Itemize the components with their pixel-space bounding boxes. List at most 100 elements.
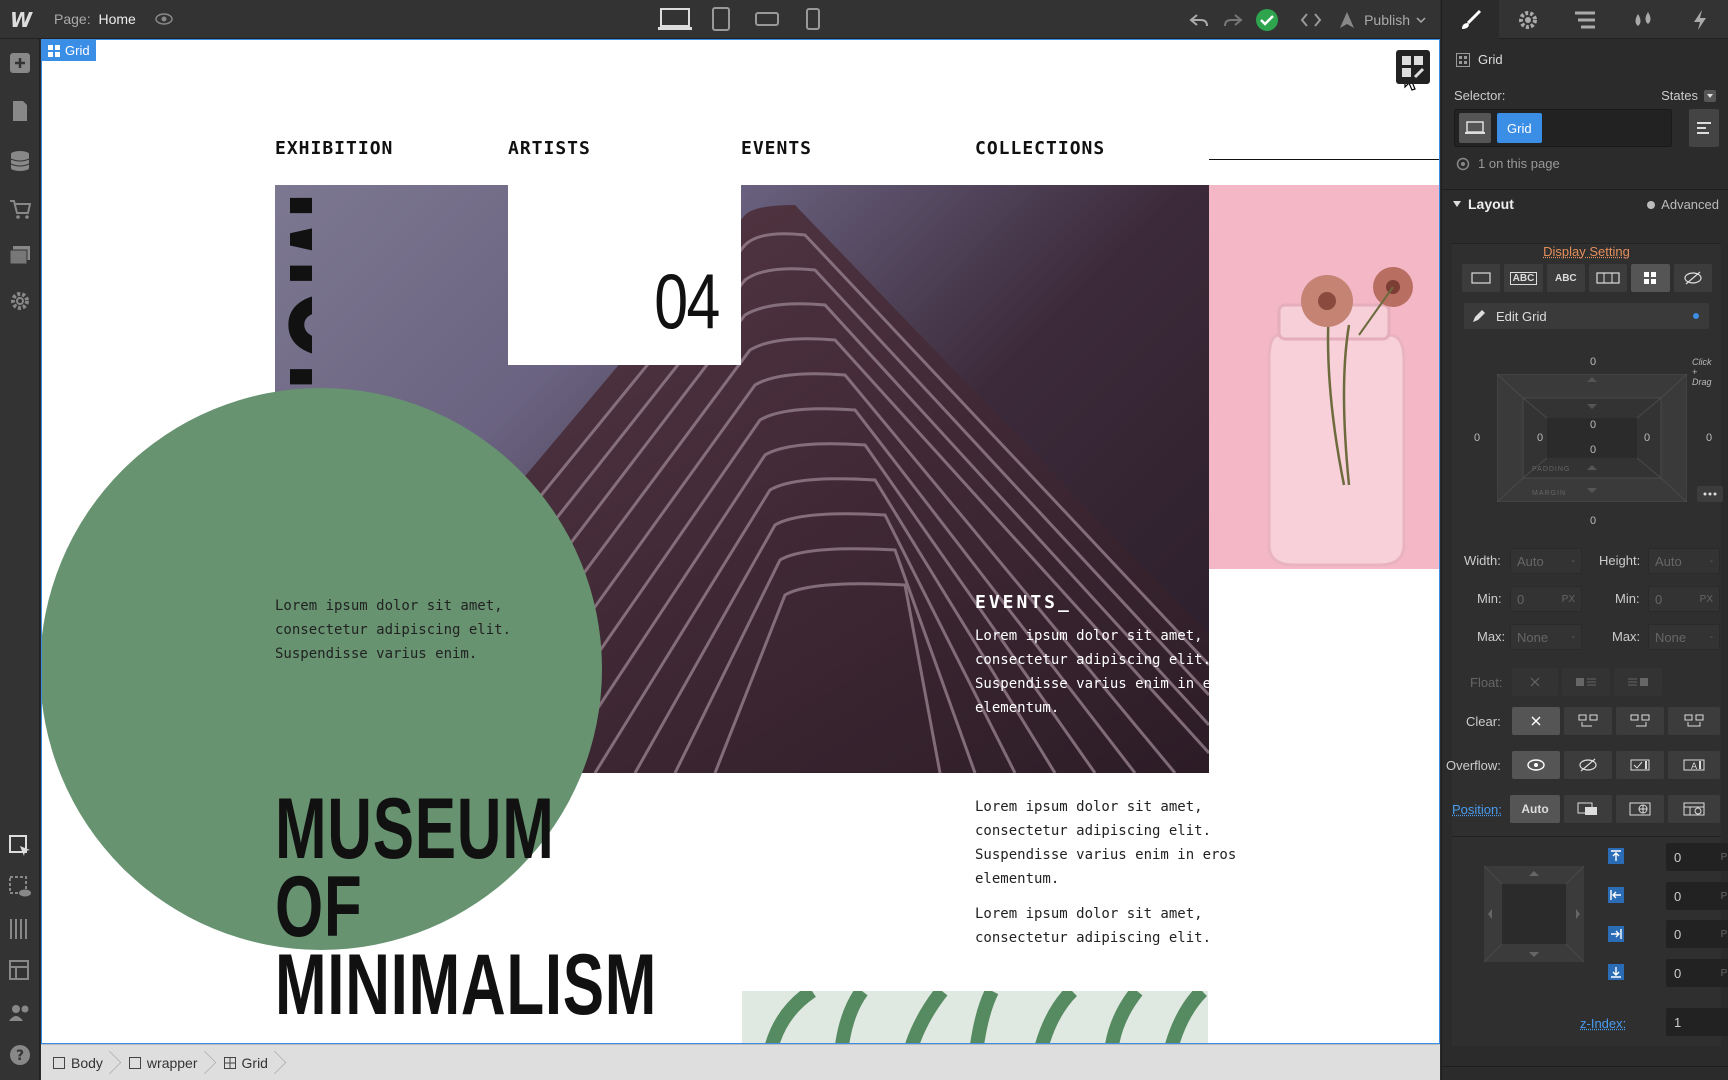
clear-row: Clear: bbox=[1442, 707, 1728, 737]
clear-right-icon[interactable] bbox=[1616, 707, 1664, 735]
element-settings-gear-icon[interactable] bbox=[1499, 0, 1556, 39]
cms-icon[interactable] bbox=[8, 149, 32, 173]
typography-section-header[interactable] bbox=[1441, 1066, 1728, 1080]
float-left-icon[interactable] bbox=[1562, 668, 1610, 696]
top-offset-input[interactable]: 0 PX bbox=[1666, 843, 1728, 871]
left-toolbar: ? bbox=[0, 39, 40, 1080]
class-chip[interactable]: Grid bbox=[1497, 113, 1542, 143]
breakpoint-desktop-icon[interactable] bbox=[1459, 113, 1491, 143]
pages-icon[interactable] bbox=[8, 99, 32, 123]
padding-right-value[interactable]: 0 bbox=[1644, 432, 1650, 444]
breadcrumb-wrapper[interactable]: wrapper bbox=[117, 1045, 212, 1080]
width-label: Width: bbox=[1464, 553, 1501, 568]
position-label[interactable]: Position: bbox=[1452, 802, 1502, 817]
more-spacing-icon[interactable] bbox=[1697, 486, 1723, 502]
publish-button[interactable]: Publish bbox=[1328, 10, 1440, 30]
nav-events[interactable]: EVENTS bbox=[741, 138, 812, 159]
layout-section-header[interactable]: Layout Advanced bbox=[1442, 189, 1728, 217]
display-inline-block-button[interactable]: ABC bbox=[1504, 264, 1543, 292]
zindex-label[interactable]: z-Index: bbox=[1580, 1016, 1626, 1031]
right-offset-input[interactable]: 0 PX bbox=[1666, 920, 1728, 948]
clear-both-icon[interactable] bbox=[1668, 707, 1720, 735]
position-absolute-icon[interactable] bbox=[1616, 795, 1664, 823]
settings-gear-icon[interactable] bbox=[8, 289, 32, 313]
mobile-landscape-view-icon[interactable] bbox=[744, 5, 790, 33]
max-width-input[interactable]: None - bbox=[1510, 624, 1582, 650]
position-fixed-icon[interactable] bbox=[1668, 795, 1720, 823]
states-dropdown[interactable]: States bbox=[1661, 88, 1716, 103]
margin-bottom-value[interactable]: 0 bbox=[1590, 515, 1596, 527]
position-relative-icon[interactable] bbox=[1564, 795, 1612, 823]
selected-element-tag[interactable]: Grid bbox=[42, 40, 96, 61]
collapse-caret-icon bbox=[1453, 200, 1461, 207]
page-selector[interactable]: Page: Home bbox=[54, 11, 136, 27]
desktop-view-icon[interactable] bbox=[652, 5, 698, 33]
margin-left-value[interactable]: 0 bbox=[1474, 432, 1480, 444]
clear-none-icon[interactable] bbox=[1512, 707, 1560, 735]
padding-top-value[interactable]: 0 bbox=[1590, 419, 1596, 431]
layout-preview-icon[interactable] bbox=[8, 959, 32, 983]
bottom-offset-input[interactable]: 0 PX bbox=[1666, 959, 1728, 987]
style-brush-icon[interactable] bbox=[1442, 0, 1500, 39]
overflow-hidden-icon[interactable] bbox=[1564, 751, 1612, 779]
max-height-input[interactable]: None - bbox=[1648, 624, 1720, 650]
display-flex-icon[interactable] bbox=[1588, 264, 1628, 292]
nav-collections[interactable]: COLLECTIONS bbox=[975, 138, 1105, 159]
padding-left-value[interactable]: 0 bbox=[1537, 432, 1543, 444]
margin-top-value[interactable]: 0 bbox=[1590, 356, 1596, 368]
assets-icon[interactable] bbox=[8, 243, 32, 267]
spacing-box-model[interactable] bbox=[1496, 373, 1688, 503]
code-export-icon[interactable] bbox=[1298, 7, 1324, 33]
ecommerce-cart-icon[interactable] bbox=[8, 197, 32, 221]
float-right-icon[interactable] bbox=[1614, 668, 1662, 696]
display-inline-button[interactable]: ABC bbox=[1546, 264, 1585, 292]
title-line-2: OF bbox=[275, 859, 363, 955]
preview-selection-icon[interactable] bbox=[8, 875, 32, 899]
padding-bottom-value[interactable]: 0 bbox=[1590, 444, 1596, 456]
selector-field[interactable]: Grid bbox=[1454, 109, 1672, 147]
min-size-row: Min: 0 PX Min: 0 PX bbox=[1442, 584, 1728, 614]
redo-icon[interactable] bbox=[1220, 7, 1246, 33]
overflow-visible-icon[interactable] bbox=[1512, 751, 1560, 779]
design-canvas[interactable]: Grid 04 EXHIBITION ARTISTS EVENTS COLLEC… bbox=[41, 39, 1440, 1044]
mobile-portrait-view-icon[interactable] bbox=[790, 5, 836, 33]
overflow-scroll-icon[interactable] bbox=[1616, 751, 1664, 779]
advanced-toggle[interactable]: Advanced bbox=[1647, 197, 1719, 212]
interactions-bolt-icon[interactable] bbox=[1672, 0, 1728, 39]
display-block-icon[interactable] bbox=[1462, 264, 1501, 292]
size-row: Width: Auto - Height: Auto - bbox=[1442, 546, 1728, 576]
width-input[interactable]: Auto - bbox=[1510, 548, 1582, 574]
height-input[interactable]: Auto - bbox=[1648, 548, 1720, 574]
breadcrumb-grid[interactable]: Grid bbox=[212, 1045, 282, 1080]
webflow-logo-icon[interactable]: W bbox=[10, 8, 34, 32]
margin-right-value[interactable]: 0 bbox=[1706, 432, 1712, 444]
min-width-input[interactable]: 0 PX bbox=[1510, 586, 1582, 612]
position-diagram[interactable] bbox=[1483, 865, 1585, 963]
selector-menu-icon[interactable] bbox=[1689, 109, 1719, 147]
nav-artists[interactable]: ARTISTS bbox=[508, 138, 591, 159]
min-height-input[interactable]: 0 PX bbox=[1648, 586, 1720, 612]
preview-eye-icon[interactable] bbox=[154, 9, 174, 29]
breadcrumb-body[interactable]: Body bbox=[41, 1045, 117, 1080]
zindex-input[interactable]: 1 bbox=[1666, 1008, 1728, 1036]
nav-exhibition[interactable]: EXHIBITION bbox=[275, 138, 393, 159]
edit-grid-icon[interactable] bbox=[1396, 50, 1430, 84]
clear-left-icon[interactable] bbox=[1564, 707, 1612, 735]
float-none-icon[interactable] bbox=[1512, 668, 1558, 696]
select-tool-icon[interactable] bbox=[8, 834, 32, 858]
audit-lines-icon[interactable] bbox=[8, 917, 32, 941]
overflow-auto-icon[interactable]: A bbox=[1668, 751, 1720, 779]
tablet-view-icon[interactable] bbox=[698, 5, 744, 33]
edit-grid-button[interactable]: Edit Grid bbox=[1464, 303, 1709, 329]
add-panel-icon[interactable] bbox=[8, 51, 32, 75]
undo-icon[interactable] bbox=[1186, 7, 1212, 33]
position-auto-button[interactable]: Auto bbox=[1510, 795, 1560, 823]
style-manager-drops-icon[interactable] bbox=[1614, 0, 1671, 39]
display-setting-label[interactable]: Display Setting bbox=[1452, 244, 1721, 259]
help-icon[interactable]: ? bbox=[8, 1043, 32, 1067]
display-grid-icon[interactable] bbox=[1631, 264, 1670, 292]
collaborators-icon[interactable] bbox=[8, 1001, 32, 1025]
display-none-icon[interactable] bbox=[1673, 264, 1712, 292]
navigator-icon[interactable] bbox=[1557, 0, 1614, 39]
left-offset-input[interactable]: 0 PX bbox=[1666, 882, 1728, 910]
